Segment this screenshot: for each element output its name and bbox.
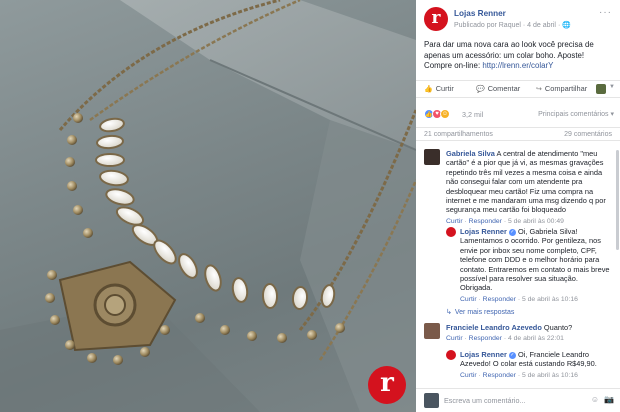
comment-reply-link[interactable]: Responder	[469, 335, 502, 342]
reply-like-link[interactable]: Curtir	[460, 372, 477, 379]
reply-body: Lojas Renner ✓ Oi, Franciele Leandro Aze…	[460, 350, 610, 380]
comment-icon: 💬	[476, 85, 485, 93]
verified-badge-icon: ✓	[508, 351, 516, 359]
reply-meta: Curtir · Responder · 5 de abril às 10:16	[460, 295, 578, 303]
comment-author[interactable]: Gabriela Silva	[446, 149, 495, 158]
page-avatar[interactable]: r	[424, 7, 448, 31]
comment-like-link[interactable]: Curtir	[446, 218, 463, 225]
post-date[interactable]: Publicado por Raquel · 4 de abril · 🌐	[454, 21, 571, 29]
comment-count[interactable]: 29 comentários	[564, 131, 612, 138]
post-actions-bar: 👍 Curtir 💬 Comentar ↪ Compartilhar ▼	[416, 80, 620, 98]
reply-author[interactable]: Lojas Renner	[460, 227, 507, 236]
reply-item: Lojas Renner ✓ Oi, Franciele Leandro Aze…	[446, 350, 620, 383]
comment-like-link[interactable]: Curtir	[446, 335, 463, 342]
reaction-count[interactable]: 3,2 mil	[462, 110, 483, 119]
avatar[interactable]	[424, 323, 440, 339]
comment-text: A central de atendimento "meu cartão" é …	[446, 149, 606, 215]
post-photo[interactable]: r	[0, 0, 416, 412]
camera-icon[interactable]: 📷	[604, 395, 614, 404]
comment-body: Franciele Leandro Azevedo Quanto? Curtir…	[446, 323, 616, 344]
sort-comments-dropdown[interactable]: Principais comentários ▾	[538, 110, 614, 118]
wow-reaction-icon: ☺	[440, 109, 450, 119]
globe-icon: 🌐	[562, 22, 572, 29]
share-icon: ↪	[536, 85, 542, 93]
reply-body: Lojas Renner ✓ Oi, Gabriela Silva! Lamen…	[460, 227, 610, 304]
reply-reply-link[interactable]: Responder	[483, 372, 516, 379]
share-as-avatar[interactable]	[596, 84, 606, 94]
reactions-row[interactable]: 👍 ♥ ☺ 3,2 mil Principais comentários ▾	[424, 109, 614, 121]
comment-reply-link[interactable]: Responder	[469, 218, 502, 225]
like-button[interactable]: 👍 Curtir	[424, 84, 454, 93]
post-caption: Para dar uma nova cara ao look você prec…	[424, 40, 594, 70]
share-count[interactable]: 21 compartilhamentos	[424, 131, 493, 138]
comment-item: Franciele Leandro Azevedo Quanto? Curtir…	[424, 323, 614, 347]
reply-item: Lojas Renner ✓ Oi, Gabriela Silva! Lamen…	[446, 227, 620, 303]
avatar	[424, 393, 439, 408]
reply-author[interactable]: Lojas Renner	[460, 350, 507, 359]
emoji-icon[interactable]: ☺	[591, 395, 599, 404]
comments-list: Gabriela Silva A central de atendimento …	[416, 143, 620, 383]
reply-time[interactable]: 5 de abril às 10:16	[522, 372, 578, 379]
comment-body: Gabriela Silva A central de atendimento …	[446, 149, 616, 226]
reply-text: Oi, Gabriela Silva! Lamentamos o ocorrid…	[460, 227, 610, 293]
composer-tools: ☺ 📷	[591, 395, 614, 404]
comment-time[interactable]: 4 de abril às 22:01	[508, 335, 564, 342]
comment-meta: Curtir · Responder · 4 de abril às 22:01	[446, 335, 564, 343]
comment-meta: Curtir · Responder · 5 de abril às 00:49	[446, 217, 564, 225]
comment-author[interactable]: Franciele Leandro Azevedo	[446, 323, 542, 332]
reply-arrow-icon: ↳	[446, 309, 452, 316]
reply-reply-link[interactable]: Responder	[483, 296, 516, 303]
avatar[interactable]	[446, 350, 456, 360]
reply-like-link[interactable]: Curtir	[460, 296, 477, 303]
chevron-down-icon[interactable]: ▼	[609, 84, 615, 90]
post-link[interactable]: http://lrenn.er/colarY	[482, 61, 553, 70]
post-stats: 21 compartilhamentos 29 comentários	[416, 127, 620, 141]
comments-scrollbar[interactable]	[616, 150, 619, 250]
necklace-image	[0, 0, 416, 412]
reply-time[interactable]: 5 de abril às 10:16	[522, 296, 578, 303]
comment-composer: Escreva um comentário... ☺ 📷	[416, 388, 620, 412]
more-options-icon[interactable]: ···	[599, 7, 612, 18]
avatar[interactable]	[424, 149, 440, 165]
post-sidebar: r Lojas Renner Publicado por Raquel · 4 …	[416, 0, 620, 412]
comment-time[interactable]: 5 de abril às 00:49	[508, 218, 564, 225]
lojas-renner-logo: r	[368, 366, 406, 404]
verified-badge-icon: ✓	[508, 228, 516, 236]
page-name-link[interactable]: Lojas Renner	[454, 9, 506, 18]
share-button[interactable]: ↪ Compartilhar	[536, 84, 587, 93]
thumbs-up-icon: 👍	[424, 85, 433, 93]
post-header: r Lojas Renner Publicado por Raquel · 4 …	[424, 7, 614, 33]
more-replies-link[interactable]: ↳ Ver mais respostas	[446, 308, 514, 317]
comment-input[interactable]: Escreva um comentário...	[444, 396, 526, 405]
reply-meta: Curtir · Responder · 5 de abril às 10:16	[460, 371, 578, 379]
avatar[interactable]	[446, 227, 456, 237]
comment-button[interactable]: 💬 Comentar	[476, 84, 520, 93]
comment-text: Quanto?	[543, 323, 573, 332]
